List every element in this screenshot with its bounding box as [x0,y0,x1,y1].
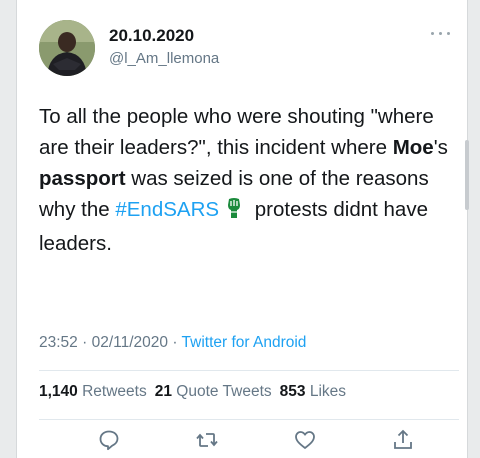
tweet-text-part-2: 's [433,136,448,159]
share-icon[interactable] [391,428,415,452]
tweet-meta: 23:52 · 02/11/2020 · Twitter for Android [39,334,306,352]
tweet-time[interactable]: 23:52 [39,334,78,351]
tweet-text-bold-1: Moe [392,136,434,159]
tweet-text-bold-2: passport [39,167,126,190]
action-bar [39,428,459,452]
user-handle[interactable]: @l_Am_llemona [109,49,219,69]
avatar[interactable] [39,20,95,76]
quotes-stat[interactable]: 21 Quote Tweets [155,383,272,400]
heart-icon[interactable] [293,428,317,452]
tweet-stats: 1,140 Retweets 21 Quote Tweets 853 Likes [39,383,346,401]
tweet-text-part-1: To all the people who were shouting "whe… [39,105,434,159]
tweet-card[interactable]: 20.10.2020 @l_Am_llemona To all the peop… [16,0,469,458]
quotes-label: Quote Tweets [176,383,272,400]
tweet-text: To all the people who were shouting "whe… [39,101,459,259]
raised-fist-emoji-icon [225,197,243,228]
likes-count: 853 [279,383,306,400]
tweet-source-link[interactable]: Twitter for Android [182,334,307,351]
tweet-date[interactable]: 02/11/2020 [92,334,168,351]
screenshot-frame: 20.10.2020 @l_Am_llemona To all the peop… [0,0,480,458]
reply-icon[interactable] [97,428,121,452]
meta-separator: · [77,334,92,351]
retweets-count: 1,140 [39,383,78,400]
scrollbar[interactable] [465,140,469,210]
hashtag-link[interactable]: #EndSARS [115,198,219,221]
retweet-icon[interactable] [195,428,219,452]
retweets-label: Retweets [82,383,147,400]
more-options-icon[interactable] [429,28,453,40]
likes-stat[interactable]: 853 Likes [280,383,346,400]
tweet-header: 20.10.2020 @l_Am_llemona [39,20,459,76]
meta-separator: · [168,334,182,351]
likes-label: Likes [309,383,347,400]
divider [39,419,459,420]
author-names: 20.10.2020 @l_Am_llemona [109,26,219,69]
display-name[interactable]: 20.10.2020 [109,26,219,46]
divider [39,370,459,371]
retweets-stat[interactable]: 1,140 Retweets [39,383,147,400]
quotes-count: 21 [154,383,172,400]
